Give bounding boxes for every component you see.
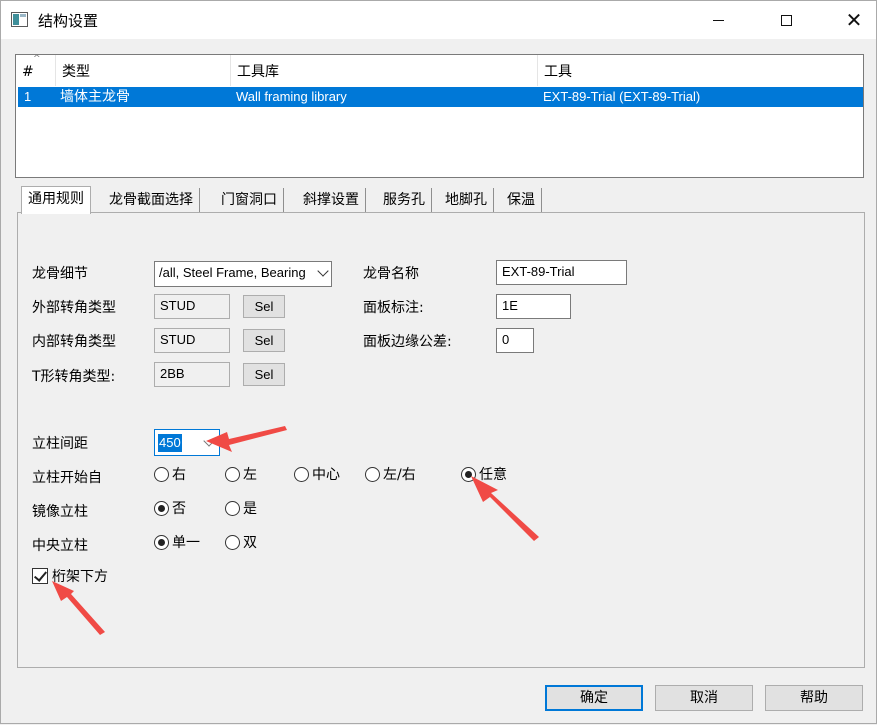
mirror-studs-label: 镜像立柱 [32, 504, 88, 520]
ok-button[interactable]: 确定 [545, 685, 643, 711]
chevron-down-icon [203, 435, 215, 447]
row-index: 1 [24, 89, 32, 104]
chevron-down-icon [317, 265, 329, 277]
sort-ascending-icon: ^ [33, 54, 41, 64]
general-rules-panel [17, 212, 865, 668]
stud-name-input[interactable]: EXT-89-Trial [496, 260, 627, 285]
maximize-button[interactable] [763, 1, 809, 39]
inner-corner-sel-button[interactable]: Sel [243, 329, 285, 352]
minimize-button[interactable] [695, 1, 741, 39]
stud-detail-label: 龙骨细节 [32, 266, 88, 282]
stud-spacing-combo[interactable]: 450 [154, 429, 220, 456]
stud-name-label: 龙骨名称 [363, 266, 419, 282]
row-tool: EXT-89-Trial (EXT-89-Trial) [543, 89, 701, 104]
stud-spacing-label: 立柱间距 [32, 436, 88, 452]
app-icon [11, 12, 28, 27]
tab-insulation[interactable]: 保温 [501, 188, 542, 213]
tab-general-rules[interactable]: 通用规则 [21, 186, 91, 214]
panel-mark-input[interactable]: 1E [496, 294, 571, 319]
structure-settings-dialog: 结构设置 ✕ ^ # 类型 工具库 工具 1 墙体主龙骨 Wall framin… [0, 0, 877, 724]
tab-stud-section[interactable]: 龙骨截面选择 [103, 188, 200, 213]
column-header-index[interactable]: ^ # [16, 55, 56, 86]
window-title: 结构设置 [38, 12, 99, 30]
tab-bracing[interactable]: 斜撑设置 [297, 188, 366, 213]
cancel-button[interactable]: 取消 [655, 685, 753, 711]
help-button[interactable]: 帮助 [765, 685, 863, 711]
panel-edge-tolerance-label: 面板边缘公差: [363, 334, 452, 350]
tab-openings[interactable]: 门窗洞口 [215, 188, 284, 213]
t-corner-label: T形转角类型: [32, 369, 116, 385]
stud-start-label: 立柱开始自 [32, 470, 102, 486]
tab-service-holes[interactable]: 服务孔 [377, 188, 432, 213]
table-row[interactable]: 1 墙体主龙骨 Wall framing library EXT-89-Tria… [18, 87, 863, 107]
tab-anchor-holes[interactable]: 地脚孔 [439, 188, 494, 213]
row-type: 墙体主龙骨 [60, 89, 130, 105]
checkmark-icon [32, 568, 48, 584]
panel-edge-tolerance-input[interactable]: 0 [496, 328, 534, 353]
t-corner-field: 2BB [154, 362, 230, 387]
column-header-type[interactable]: 类型 [56, 55, 231, 86]
column-header-tool[interactable]: 工具 [538, 55, 863, 86]
list-header: ^ # 类型 工具库 工具 [16, 55, 863, 86]
outer-corner-label: 外部转角类型 [32, 300, 116, 316]
stud-spacing-value: 450 [158, 434, 182, 452]
close-icon: ✕ [845, 8, 863, 32]
outer-corner-field: STUD [154, 294, 230, 319]
close-button[interactable]: ✕ [831, 1, 877, 39]
minimize-icon [712, 19, 724, 21]
title-bar: 结构设置 ✕ [1, 1, 876, 39]
column-header-library[interactable]: 工具库 [231, 55, 538, 86]
center-stud-label: 中央立柱 [32, 538, 88, 554]
inner-corner-field: STUD [154, 328, 230, 353]
outer-corner-sel-button[interactable]: Sel [243, 295, 285, 318]
row-library: Wall framing library [236, 89, 347, 104]
maximize-icon [780, 14, 792, 26]
t-corner-sel-button[interactable]: Sel [243, 363, 285, 386]
structure-list[interactable]: ^ # 类型 工具库 工具 1 墙体主龙骨 Wall framing libra… [15, 54, 864, 178]
panel-mark-label: 面板标注: [363, 300, 424, 316]
inner-corner-label: 内部转角类型 [32, 334, 116, 350]
stud-detail-dropdown[interactable]: /all, Steel Frame, Bearing [154, 261, 332, 287]
